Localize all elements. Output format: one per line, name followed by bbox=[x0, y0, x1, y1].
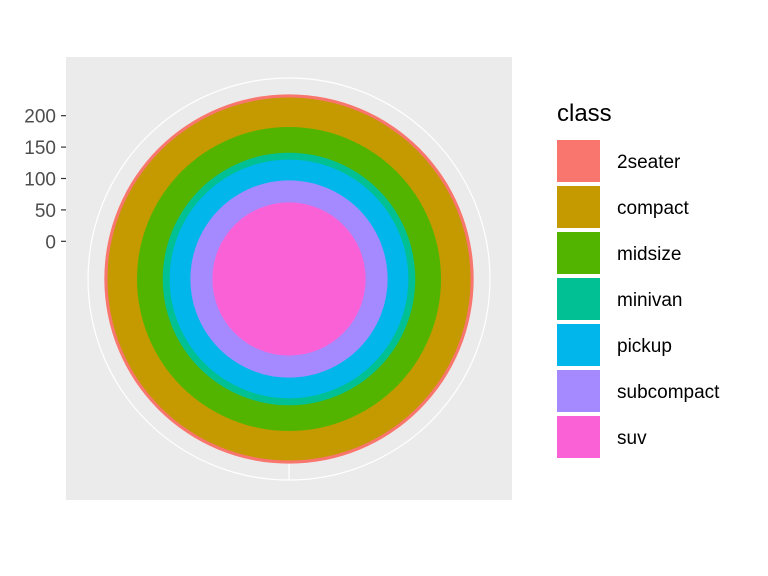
legend-label-2seater: 2seater bbox=[617, 152, 681, 173]
legend-label-compact: compact bbox=[617, 198, 690, 219]
y-tick-label-50: 50 bbox=[35, 201, 56, 222]
legend-key-2seater bbox=[557, 140, 600, 182]
rings bbox=[104, 94, 474, 464]
legend-key-midsize bbox=[557, 232, 600, 274]
legend-label-pickup: pickup bbox=[617, 336, 672, 357]
y-tick-label-150: 150 bbox=[24, 138, 56, 159]
legend-key-pickup bbox=[557, 324, 600, 366]
legend-label-minivan: minivan bbox=[617, 290, 682, 311]
legend-key-minivan bbox=[557, 278, 600, 320]
legend-label-subcompact: subcompact bbox=[617, 382, 720, 403]
legend-label-midsize: midsize bbox=[617, 244, 681, 265]
y-axis: 0 50 100 150 200 bbox=[24, 107, 66, 253]
ring-suv bbox=[212, 202, 366, 356]
legend: class 2seater compact midsize minivan pickup… bbox=[557, 100, 720, 458]
y-tick-label-200: 200 bbox=[24, 107, 56, 128]
legend-key-subcompact bbox=[557, 370, 600, 412]
y-tick-label-100: 100 bbox=[24, 170, 56, 191]
legend-label-suv: suv bbox=[617, 428, 647, 449]
y-tick-label-0: 0 bbox=[45, 232, 56, 253]
legend-key-compact bbox=[557, 186, 600, 228]
legend-title: class bbox=[557, 100, 612, 127]
legend-key-suv bbox=[557, 416, 600, 458]
chart: 0 50 100 150 200 class 2seater compact midsize… bbox=[24, 57, 720, 500]
